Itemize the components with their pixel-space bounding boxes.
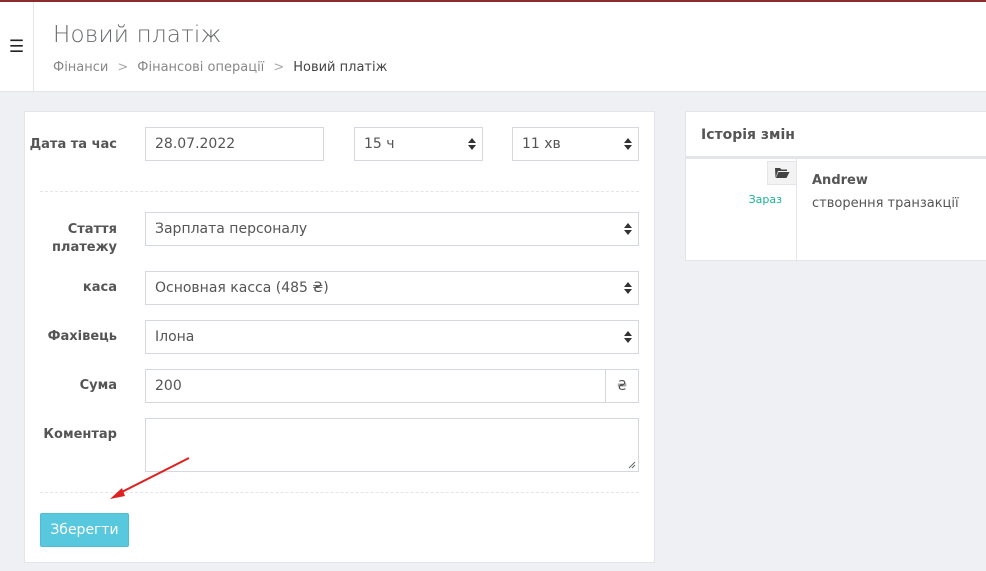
cashbox-select[interactable]: Основная касса (485 ₴)	[145, 271, 639, 305]
hour-value: 15 ч	[364, 136, 395, 152]
date-input[interactable]: 28.07.2022	[145, 127, 324, 161]
breadcrumb-finance[interactable]: Фінанси	[53, 60, 108, 75]
article-select[interactable]: Зарплата персоналу	[145, 212, 639, 246]
amount-value: 200	[155, 378, 182, 394]
date-value: 28.07.2022	[155, 136, 236, 152]
select-arrows-icon	[624, 282, 632, 294]
datetime-label: Дата та час	[29, 137, 117, 152]
minute-select[interactable]: 11 хв	[512, 127, 639, 161]
history-panel: Історія змін Зараз Andrew створення тран…	[685, 111, 986, 262]
form-divider	[40, 191, 639, 192]
page-header: ☰ Новий платіж Фінанси > Фінансові опера…	[0, 2, 986, 92]
breadcrumb-separator: >	[273, 60, 285, 75]
amount-label: Сума	[79, 378, 117, 393]
breadcrumb: Фінанси > Фінансові операції > Новий пла…	[53, 60, 387, 75]
select-arrows-icon	[624, 331, 632, 343]
comment-textarea[interactable]	[145, 418, 639, 472]
history-entry-user: Andrew	[812, 173, 868, 188]
cashbox-label: каса	[82, 280, 117, 295]
folder-icon	[767, 161, 797, 185]
article-value: Зарплата персоналу	[155, 221, 308, 237]
minute-value: 11 хв	[522, 136, 561, 152]
history-entry-time: Зараз	[748, 193, 782, 206]
cashbox-value: Основная касса (485 ₴)	[155, 280, 329, 296]
comment-label: Коментар	[43, 427, 117, 442]
specialist-label: Фахівець	[47, 329, 117, 344]
save-button[interactable]: Зберегти	[40, 513, 129, 547]
currency-addon: ₴	[605, 370, 638, 402]
page-title: Новий платіж	[53, 22, 222, 48]
breadcrumb-separator: >	[117, 60, 129, 75]
resize-grip-icon[interactable]	[628, 461, 636, 469]
amount-input[interactable]: 200 ₴	[145, 369, 639, 403]
specialist-select[interactable]: Ілона	[145, 320, 639, 354]
select-arrows-icon	[624, 223, 632, 235]
menu-icon[interactable]: ☰	[0, 2, 34, 92]
annotation-arrow-icon	[110, 457, 190, 499]
history-title: Історія змін	[686, 112, 986, 159]
select-arrows-icon	[468, 138, 476, 150]
breadcrumb-operations[interactable]: Фінансові операції	[137, 60, 264, 75]
breadcrumb-current: Новий платіж	[293, 60, 388, 75]
article-label: Стаття платежу	[51, 222, 117, 255]
hour-select[interactable]: 15 ч	[354, 127, 483, 161]
select-arrows-icon	[624, 138, 632, 150]
history-entry-action: створення транзакції	[812, 196, 959, 211]
specialist-value: Ілона	[155, 329, 195, 345]
